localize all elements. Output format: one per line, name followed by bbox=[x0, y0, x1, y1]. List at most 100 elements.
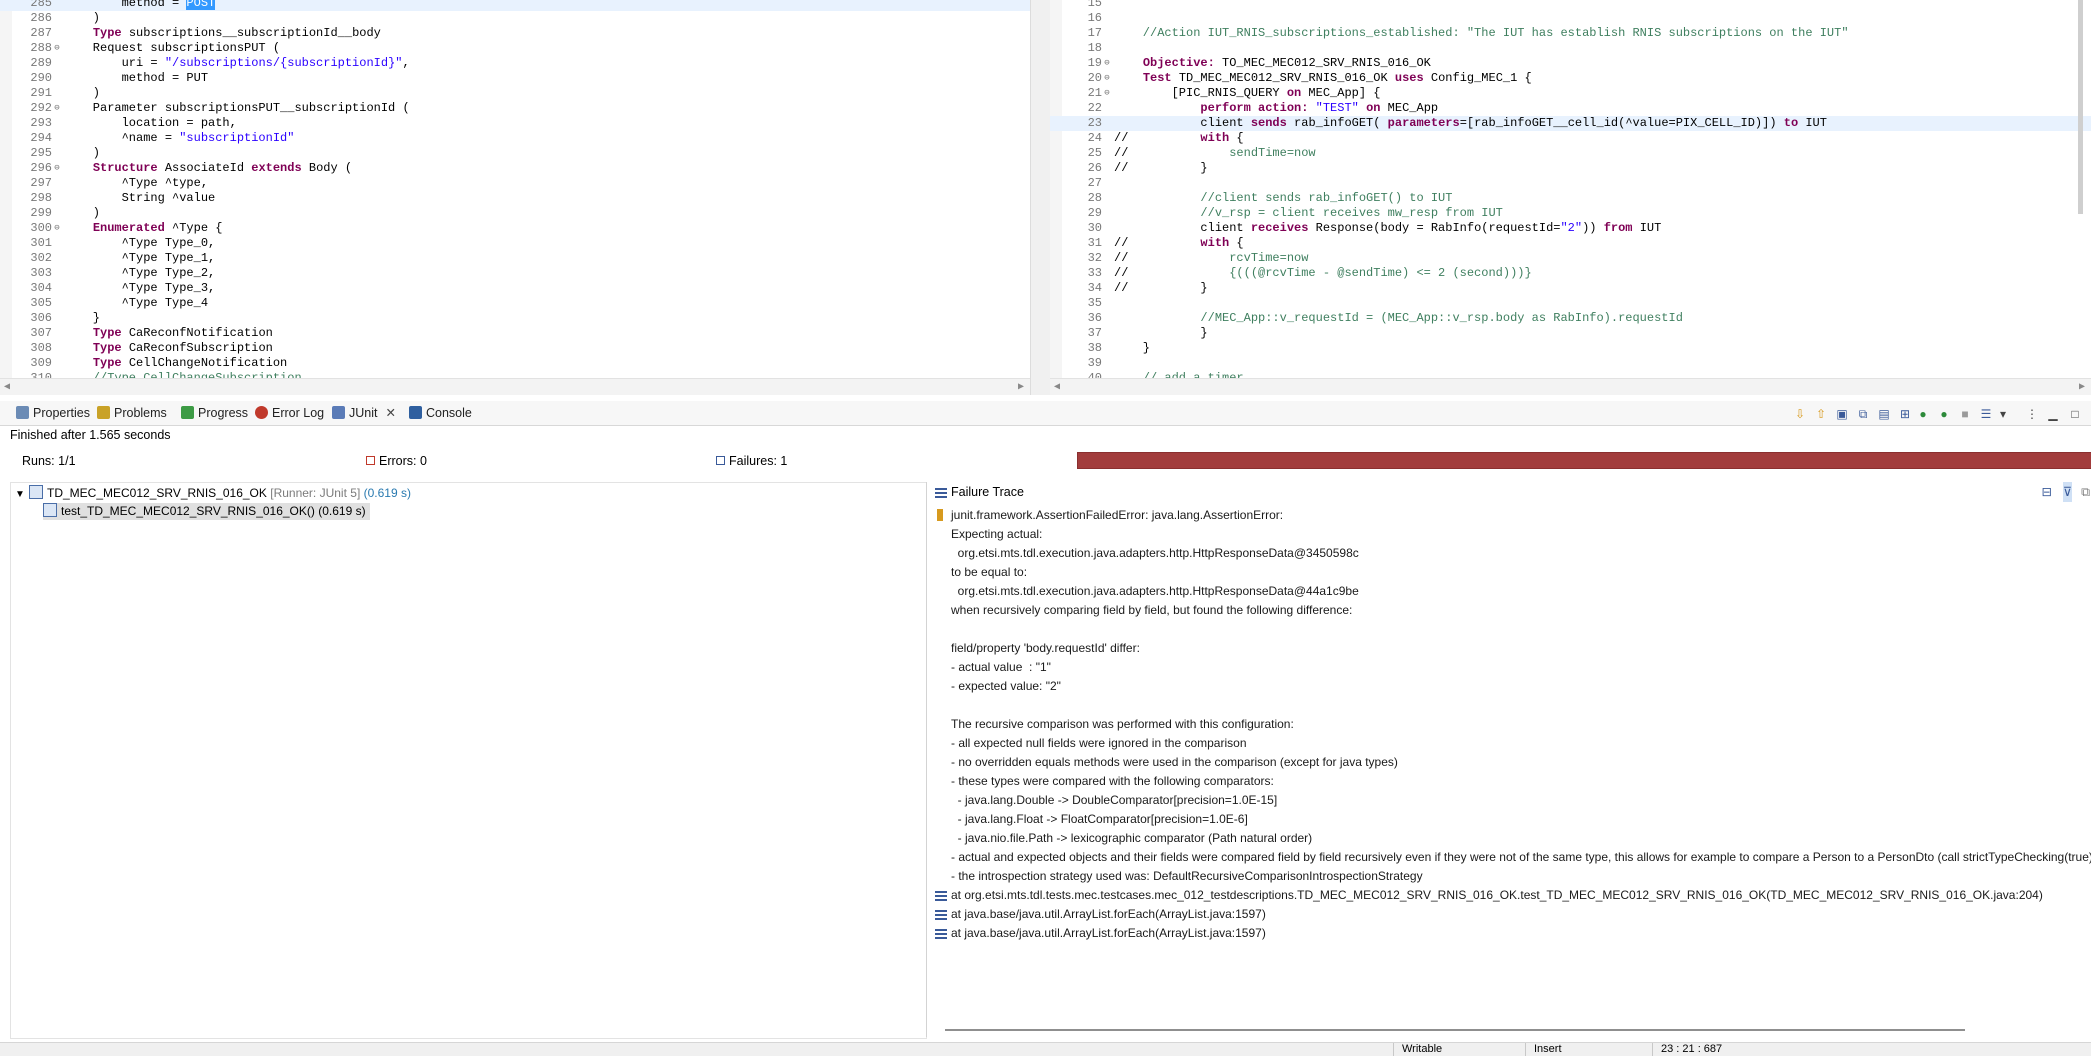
code-line[interactable]: 307 Type CaReconfNotification bbox=[0, 326, 1030, 341]
filter-stack-icon[interactable]: ⊽ bbox=[2062, 482, 2072, 502]
scroll-right-arrow-icon[interactable]: ▶ bbox=[2079, 381, 2085, 393]
failure-trace-panel[interactable]: Failure Trace ⊟ ⊽ ⧉ junit.framework.Asse… bbox=[926, 482, 2091, 1037]
code-line[interactable]: 298 String ^value bbox=[0, 191, 1030, 206]
code-line[interactable]: 24 // with { bbox=[1050, 131, 2091, 146]
trace-line[interactable]: - java.nio.file.Path -> lexicographic co… bbox=[951, 829, 1313, 848]
code-line[interactable]: 34 // } bbox=[1050, 281, 2091, 296]
code-line[interactable]: 31 // with { bbox=[1050, 236, 2091, 251]
rerun-failed-first-icon[interactable]: ● bbox=[1937, 407, 1951, 421]
tab-progress[interactable]: Progress bbox=[181, 404, 248, 422]
code-line[interactable]: 306 } bbox=[0, 311, 1030, 326]
code-line[interactable]: 301 ^Type Type_0, bbox=[0, 236, 1030, 251]
code-line[interactable]: 296 ⊖ Structure AssociateId extends Body … bbox=[0, 161, 1030, 176]
chevron-down-icon[interactable]: ▼ bbox=[15, 486, 29, 503]
trace-line[interactable]: - these types were compared with the fol… bbox=[951, 772, 1274, 791]
code-line[interactable]: 293 location = path, bbox=[0, 116, 1030, 131]
trace-line[interactable]: - actual value : "1" bbox=[951, 658, 1051, 677]
fold-toggle-icon[interactable]: ⊖ bbox=[52, 223, 62, 233]
stop-icon[interactable]: ■ bbox=[1958, 407, 1972, 421]
trace-line[interactable]: - actual and expected objects and their … bbox=[951, 848, 2091, 867]
code-line[interactable]: 32 // rcvTime=now bbox=[1050, 251, 2091, 266]
chevron-down-icon[interactable]: ▾ bbox=[1996, 407, 2010, 421]
trace-line[interactable]: - no overridden equals methods were used… bbox=[951, 753, 1398, 772]
code-line[interactable]: 23 client sends rab_infoGET( parameters=… bbox=[1050, 116, 2091, 131]
code-line[interactable]: 15 bbox=[1050, 0, 2091, 11]
layout-icon[interactable]: ⊞ bbox=[1898, 407, 1912, 421]
test-suite-row[interactable]: ▼ TD_MEC_MEC012_SRV_RNIS_016_OK [Runner: … bbox=[15, 485, 411, 502]
code-line[interactable]: 21 ⊖ [PIC_RNIS_QUERY on MEC_App] { bbox=[1050, 86, 2091, 101]
code-line[interactable]: 17 //Action IUT_RNIS_subscriptions_estab… bbox=[1050, 26, 2091, 41]
editor-left[interactable]: 285 method = POST 286 ) 287 Type subscript… bbox=[0, 0, 1030, 395]
minimize-icon[interactable]: ▁ bbox=[2046, 407, 2060, 421]
code-line[interactable]: 38 } bbox=[1050, 341, 2091, 356]
code-line[interactable]: 292 ⊖ Parameter subscriptionsPUT__subscri… bbox=[0, 101, 1030, 116]
code-line[interactable]: 35 bbox=[1050, 296, 2091, 311]
code-line[interactable]: 16 bbox=[1050, 11, 2091, 26]
code-line[interactable]: 303 ^Type Type_2, bbox=[0, 266, 1030, 281]
scroll-left-arrow-icon[interactable]: ◀ bbox=[1054, 381, 1060, 393]
fold-toggle-icon[interactable]: ⊖ bbox=[52, 103, 62, 113]
code-line[interactable]: 309 Type CellChangeNotification bbox=[0, 356, 1030, 371]
code-line[interactable]: 28 //client sends rab_infoGET() to IUT bbox=[1050, 191, 2091, 206]
code-line[interactable]: 39 bbox=[1050, 356, 2091, 371]
fold-toggle-icon[interactable]: ⊖ bbox=[1102, 88, 1112, 98]
scroll-left-arrow-icon[interactable]: ◀ bbox=[4, 381, 10, 393]
fold-toggle-icon[interactable]: ⊖ bbox=[1102, 73, 1112, 83]
fold-toggle-icon[interactable]: ⊖ bbox=[1102, 58, 1112, 68]
trace-line[interactable]: field/property 'body.requestId' differ: bbox=[951, 639, 1140, 658]
code-line[interactable]: 20 ⊖ Test TD_MEC_MEC012_SRV_RNIS_016_OK u… bbox=[1050, 71, 2091, 86]
trace-line[interactable]: - the introspection strategy used was: D… bbox=[951, 867, 1423, 886]
code-line[interactable]: 302 ^Type Type_1, bbox=[0, 251, 1030, 266]
fold-toggle-icon[interactable]: ⊖ bbox=[52, 163, 62, 173]
tab-properties[interactable]: Properties bbox=[16, 404, 90, 422]
trace-line[interactable]: - java.lang.Double -> DoubleComparator[p… bbox=[951, 791, 1278, 810]
code-line[interactable]: 29 //v_rsp = client receives mw_resp fro… bbox=[1050, 206, 2091, 221]
trace-line[interactable]: org.etsi.mts.tdl.execution.java.adapters… bbox=[951, 544, 1359, 563]
show-failures-only-icon[interactable]: ▣ bbox=[1835, 407, 1849, 421]
code-line[interactable]: 22 perform action: "TEST" on MEC_App bbox=[1050, 101, 2091, 116]
code-line[interactable]: 19 ⊖ Objective: TO_MEC_MEC012_SRV_RNIS_01… bbox=[1050, 56, 2091, 71]
trace-hscroll-thumb[interactable] bbox=[945, 1029, 1965, 1031]
code-line[interactable]: 25 // sendTime=now bbox=[1050, 146, 2091, 161]
tab-error-log[interactable]: Error Log bbox=[255, 404, 324, 422]
compare-results-icon[interactable]: ⊟ bbox=[2042, 482, 2052, 502]
editor-right-hscroll[interactable]: ◀ ▶ bbox=[1050, 378, 2091, 395]
test-case-row[interactable]: test_TD_MEC_MEC012_SRV_RNIS_016_OK() (0.… bbox=[43, 503, 370, 520]
tab-console[interactable]: Console bbox=[409, 404, 472, 422]
scroll-lock-icon[interactable]: ⧉ bbox=[1856, 407, 1870, 421]
code-line[interactable]: 288 ⊖ Request subscriptionsPUT ( bbox=[0, 41, 1030, 56]
trace-line[interactable]: - java.lang.Float -> FloatComparator[pre… bbox=[951, 810, 1248, 829]
code-line[interactable]: 304 ^Type Type_3, bbox=[0, 281, 1030, 296]
copy-trace-icon[interactable]: ⧉ bbox=[2081, 482, 2090, 502]
trace-line[interactable]: to be equal to: bbox=[951, 563, 1027, 582]
code-line[interactable]: 36 //MEC_App::v_requestId = (MEC_App::v_… bbox=[1050, 311, 2091, 326]
code-line[interactable]: 27 bbox=[1050, 176, 2091, 191]
code-line[interactable]: 290 method = PUT bbox=[0, 71, 1030, 86]
failure-message[interactable]: junit.framework.AssertionFailedError: ja… bbox=[951, 506, 1283, 525]
stack-frame[interactable]: at java.base/java.util.ArrayList.forEach… bbox=[951, 924, 1266, 943]
close-icon[interactable]: ✕ bbox=[385, 406, 395, 420]
code-line[interactable]: 305 ^Type Type_4 bbox=[0, 296, 1030, 311]
editor-right-vscroll-thumb[interactable] bbox=[2078, 0, 2083, 214]
fold-toggle-icon[interactable]: ⊖ bbox=[52, 43, 62, 53]
trace-line[interactable]: - all expected null fields were ignored … bbox=[951, 734, 1247, 753]
view-menu-icon[interactable]: ⋮ bbox=[2025, 407, 2039, 421]
code-line[interactable]: 286 ) bbox=[0, 11, 1030, 26]
trace-line[interactable]: org.etsi.mts.tdl.execution.java.adapters… bbox=[951, 582, 1359, 601]
trace-line[interactable]: The recursive comparison was performed w… bbox=[951, 715, 1294, 734]
code-line[interactable]: 287 Type subscriptions__subscriptionId__… bbox=[0, 26, 1030, 41]
scroll-right-arrow-icon[interactable]: ▶ bbox=[1018, 381, 1024, 393]
code-line[interactable]: 18 bbox=[1050, 41, 2091, 56]
stack-frame[interactable]: at org.etsi.mts.tdl.tests.mec.testcases.… bbox=[951, 886, 2043, 905]
trace-line[interactable]: when recursively comparing field by fiel… bbox=[951, 601, 1352, 620]
code-line[interactable]: 33 // {(((@rcvTime - @sendTime) <= 2 (sec… bbox=[1050, 266, 2091, 281]
editor-right[interactable]: 15 16 17 //Action IUT_RNIS_subscriptions_e… bbox=[1050, 0, 2091, 395]
stack-frame[interactable]: at java.base/java.util.ArrayList.forEach… bbox=[951, 905, 1266, 924]
next-failure-icon[interactable]: ⇩ bbox=[1793, 407, 1807, 421]
editor-splitter[interactable] bbox=[1030, 0, 1052, 395]
code-line[interactable]: 291 ) bbox=[0, 86, 1030, 101]
code-line[interactable]: 30 client receives Response(body = RabIn… bbox=[1050, 221, 2091, 236]
code-line[interactable]: 37 } bbox=[1050, 326, 2091, 341]
test-tree[interactable]: ▼ TD_MEC_MEC012_SRV_RNIS_016_OK [Runner: … bbox=[10, 482, 927, 1039]
code-line[interactable]: 294 ^name = "subscriptionId" bbox=[0, 131, 1030, 146]
